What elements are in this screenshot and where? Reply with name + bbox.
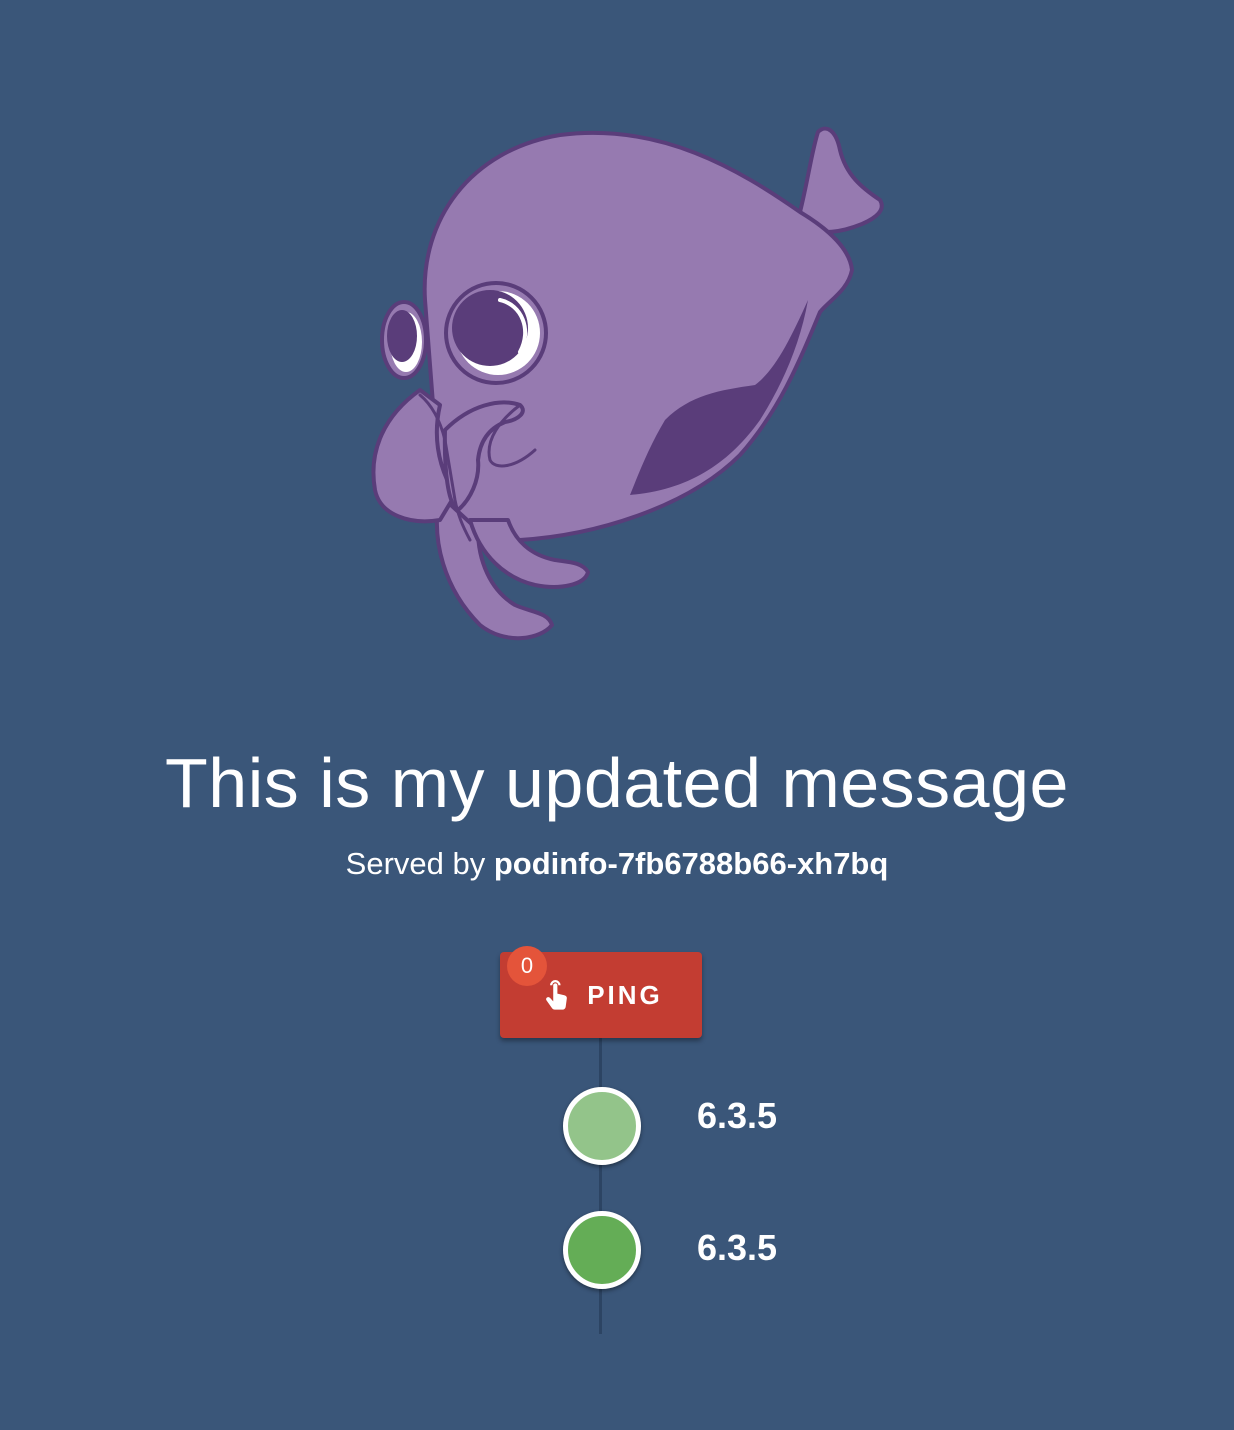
timeline-version-label: 6.3.5 [697,1095,778,1136]
served-by-hostname: podinfo-7fb6788b66-xh7bq [493,846,889,881]
served-by-prefix: Served by [345,846,486,881]
served-by-line: Served by podinfo-7fb6788b66-xh7bq [0,842,1234,886]
ping-count-badge: 0 [507,946,547,986]
timeline-dot [563,1087,641,1165]
timeline-line [599,1038,602,1334]
timeline-version-label: 6.3.5 [697,1227,778,1268]
timeline-dot [563,1211,641,1289]
ping-button-label: PING [587,979,663,1010]
hand-pointer-icon [546,980,568,1010]
page-title: This is my updated message [165,744,1069,822]
cuttlefish-mascot-icon [371,126,884,641]
